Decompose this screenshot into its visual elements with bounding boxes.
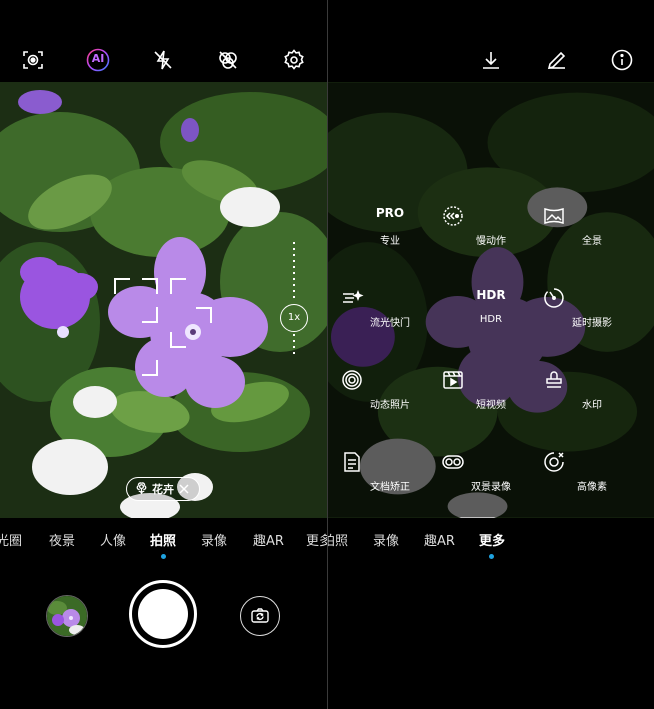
camera-top-bar: AI <box>0 40 327 80</box>
mode-watermark-label: 水印 <box>582 400 602 411</box>
more-modes-screen: PRO 专业 慢动作 全景 流光快门 HDR HDR 延时摄影 动态照片 短视频… <box>328 0 654 709</box>
mode-selector: 光圈 夜景 人像 拍照 录像 趣AR 更多 <box>0 530 327 559</box>
mode-panorama[interactable]: 全景 <box>542 204 642 264</box>
mode-more[interactable]: 更多 <box>306 530 327 549</box>
mode-pro-label: 专业 <box>380 236 400 247</box>
scene-chip[interactable]: 花卉 <box>126 477 200 501</box>
active-mode-indicator <box>489 554 494 559</box>
flower-icon <box>136 482 147 495</box>
high-res-icon <box>544 452 564 472</box>
mode-dual-view-label: 双景录像 <box>471 482 511 493</box>
document-icon <box>344 452 360 472</box>
flower-photo <box>0 82 327 518</box>
mode-short-video-label: 短视频 <box>476 400 506 411</box>
mode-short-video[interactable]: 短视频 <box>441 368 541 428</box>
light-painting-icon <box>343 289 364 303</box>
flash-off-icon[interactable] <box>151 48 175 72</box>
scene-chip-label: 花卉 <box>152 483 174 496</box>
mode-slow-motion-label: 慢动作 <box>476 236 506 247</box>
mode-aperture[interactable]: 光圈 <box>0 530 22 549</box>
mode-hdr[interactable]: HDR HDR <box>441 286 541 346</box>
ai-label: AI <box>91 52 105 65</box>
mode-ar[interactable]: 趣AR <box>424 530 455 549</box>
mode-moving-picture-label: 动态照片 <box>370 400 410 411</box>
mode-document[interactable]: 文档矫正 <box>340 450 440 510</box>
focus-bracket <box>142 278 158 294</box>
focus-bracket <box>142 307 158 323</box>
mode-light-painting-label: 流光快门 <box>370 318 410 329</box>
mode-moving-picture[interactable]: 动态照片 <box>340 368 440 428</box>
zoom-track[interactable] <box>293 334 295 354</box>
edit-icon[interactable] <box>545 48 569 72</box>
mode-slow-motion[interactable]: 慢动作 <box>441 204 541 264</box>
mode-selector: 拍照 录像 趣AR 更多 <box>328 530 654 559</box>
camera-viewfinder-screen: AI 1x 花卉 光圈 夜景 人像 拍照 录像 趣AR 更多 <box>0 0 327 709</box>
slow-motion-icon <box>443 206 463 226</box>
pro-icon: PRO <box>375 206 405 220</box>
short-video-icon <box>443 371 463 389</box>
ai-icon[interactable]: AI <box>86 48 110 72</box>
mode-high-res-label: 高像素 <box>577 482 607 493</box>
dimmed-viewfinder-preview: PRO 专业 慢动作 全景 流光快门 HDR HDR 延时摄影 动态照片 短视频… <box>328 82 654 518</box>
mode-timelapse[interactable]: 延时摄影 <box>542 286 642 346</box>
close-icon[interactable] <box>178 483 190 495</box>
download-icon[interactable] <box>479 48 503 72</box>
focus-bracket <box>114 278 130 294</box>
focus-bracket <box>170 278 186 294</box>
zoom-button[interactable]: 1x <box>280 304 308 332</box>
watermark-icon <box>546 371 562 388</box>
dual-view-icon <box>442 455 464 469</box>
settings-icon[interactable] <box>282 48 306 72</box>
shutter-button[interactable] <box>129 580 197 648</box>
focus-bracket <box>170 332 186 348</box>
mode-panorama-label: 全景 <box>582 236 602 247</box>
mode-timelapse-label: 延时摄影 <box>572 318 612 329</box>
switch-camera-button[interactable] <box>240 596 280 636</box>
mode-more[interactable]: 更多 <box>479 530 505 549</box>
more-top-bar <box>328 40 654 80</box>
scan-icon[interactable] <box>21 48 45 72</box>
gallery-thumbnail-image <box>47 596 87 636</box>
mode-video[interactable]: 录像 <box>373 530 399 549</box>
viewfinder-preview[interactable]: 1x 花卉 <box>0 82 327 518</box>
mode-pro[interactable]: PRO 专业 <box>340 204 440 264</box>
shutter-button-inner <box>138 589 188 639</box>
info-icon[interactable] <box>610 48 634 72</box>
panorama-icon <box>544 207 564 225</box>
switch-camera-icon <box>251 608 269 623</box>
mode-dual-view[interactable]: 双景录像 <box>441 450 541 510</box>
mode-photo[interactable]: 拍照 <box>150 530 176 549</box>
timelapse-icon <box>544 288 564 308</box>
filter-off-icon[interactable] <box>216 48 240 72</box>
focus-bracket <box>142 360 158 376</box>
mode-document-label: 文档矫正 <box>370 482 410 493</box>
mode-photo[interactable]: 拍照 <box>328 530 348 549</box>
zoom-track[interactable] <box>293 242 295 302</box>
mode-night[interactable]: 夜景 <box>49 530 75 549</box>
moving-picture-icon <box>342 370 362 390</box>
gallery-thumbnail[interactable] <box>46 595 88 637</box>
mode-ar[interactable]: 趣AR <box>253 530 284 549</box>
mode-watermark[interactable]: 水印 <box>542 368 642 428</box>
mode-portrait[interactable]: 人像 <box>100 530 126 549</box>
mode-light-painting[interactable]: 流光快门 <box>340 286 440 346</box>
mode-video[interactable]: 录像 <box>201 530 227 549</box>
hdr-icon: HDR <box>476 288 506 302</box>
mode-high-res[interactable]: 高像素 <box>542 450 642 510</box>
focus-bracket <box>196 307 212 323</box>
mode-hdr-label: HDR <box>479 314 503 325</box>
active-mode-indicator <box>161 554 166 559</box>
